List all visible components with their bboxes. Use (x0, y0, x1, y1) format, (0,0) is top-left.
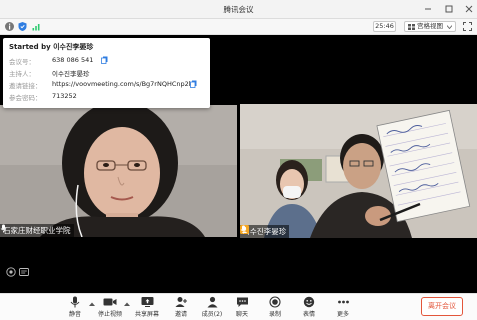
leave-meeting-button[interactable]: 离开会议 (421, 297, 463, 316)
fullscreen-icon[interactable] (462, 21, 473, 32)
reaction-button[interactable]: 表情 (294, 296, 324, 320)
stop-video-label: 停止视频 (97, 311, 122, 318)
members-button[interactable]: 成员(2) (197, 296, 227, 320)
info-key: 会议号： (9, 58, 35, 66)
meeting-toolbar: 25:46 宫格视图 (0, 19, 477, 35)
mute-button[interactable]: 静音 (60, 296, 90, 320)
meeting-info-popup: Started by 이수진李晏珍 会议号： 638 086 541 主持人： … (3, 38, 210, 108)
members-icon (207, 296, 217, 308)
video-tile-left[interactable]: 石家庄财经职业学院 (0, 105, 237, 237)
chat-label: 聊天 (235, 311, 248, 318)
info-key: 邀请链接： (9, 82, 42, 90)
participant-name: 石家庄财经职业学院 (3, 226, 71, 235)
copy-icon[interactable] (190, 80, 197, 88)
mic-icon (240, 225, 247, 234)
share-screen-icon (141, 297, 153, 307)
shield-icon[interactable] (17, 21, 28, 32)
record-label: 录制 (268, 311, 281, 318)
minimize-icon[interactable] (421, 2, 435, 16)
maximize-icon[interactable] (442, 2, 456, 16)
record-button[interactable]: 录制 (260, 296, 290, 320)
participant-video-left (0, 105, 237, 237)
invite-label: 邀请 (174, 311, 187, 318)
share-screen-button[interactable]: 共享屏幕 (132, 296, 162, 320)
chevron-up-icon[interactable] (124, 302, 130, 307)
more-dots-icon (337, 300, 349, 304)
invite-button[interactable]: 邀请 (166, 296, 196, 320)
copy-icon[interactable] (101, 56, 108, 64)
meeting-password-value: 713252 (52, 92, 77, 100)
stop-video-button[interactable]: 停止视频 (95, 296, 125, 320)
grid-view-icon (408, 24, 415, 30)
chevron-down-icon (447, 25, 452, 29)
view-switch-button[interactable]: 宫格视图 (404, 21, 456, 32)
participant-name: 이수진李晏珍 (243, 227, 287, 236)
invite-link-value[interactable]: https://voovmeeting.com/s/Bg7rNQHCnp2k (52, 80, 193, 88)
info-icon[interactable] (4, 21, 15, 32)
audio-settings-icon[interactable] (6, 267, 16, 277)
subtitle-icon[interactable] (19, 267, 29, 277)
title-bar: 腾讯会议 (0, 0, 477, 19)
signal-icon (32, 24, 40, 31)
mic-icon (0, 224, 7, 233)
chat-icon (236, 297, 248, 307)
bottom-toolbar: 静音 停止视频 共享屏幕 邀请 成员(2) 聊天 录制 表情 更多 离开会议 (0, 293, 477, 320)
record-icon (269, 296, 281, 308)
meeting-started-by: Started by 이수진李晏珍 (9, 43, 94, 51)
video-tile-right[interactable]: 이수진李晏珍 (240, 104, 477, 238)
meeting-id-value: 638 086 541 (52, 56, 94, 64)
participant-name-bar: 이수진李晏珍 (240, 225, 290, 238)
view-switch-label: 宫格视图 (417, 22, 443, 30)
smiley-icon (303, 296, 315, 308)
video-camera-icon (103, 298, 117, 306)
close-icon[interactable] (462, 2, 476, 16)
invite-user-icon (175, 297, 187, 307)
mute-label: 静音 (68, 311, 81, 318)
chat-button[interactable]: 聊天 (227, 296, 257, 320)
reaction-label: 表情 (302, 311, 315, 318)
microphone-icon (70, 296, 80, 308)
participant-name-bar: 石家庄财经职业学院 (0, 224, 74, 237)
window-title: 腾讯会议 (223, 5, 254, 14)
meeting-timer: 25:46 (373, 21, 396, 32)
share-screen-label: 共享屏幕 (134, 311, 159, 318)
participant-video-right (240, 104, 477, 238)
more-label: 更多 (336, 311, 349, 318)
info-key: 主持人： (9, 70, 35, 78)
info-key: 参会密码： (9, 94, 42, 102)
more-button[interactable]: 更多 (328, 296, 358, 320)
members-label: 成员(2) (201, 311, 223, 318)
stage-mini-controls (6, 267, 32, 278)
host-name-value: 이수진李晏珍 (52, 70, 90, 78)
